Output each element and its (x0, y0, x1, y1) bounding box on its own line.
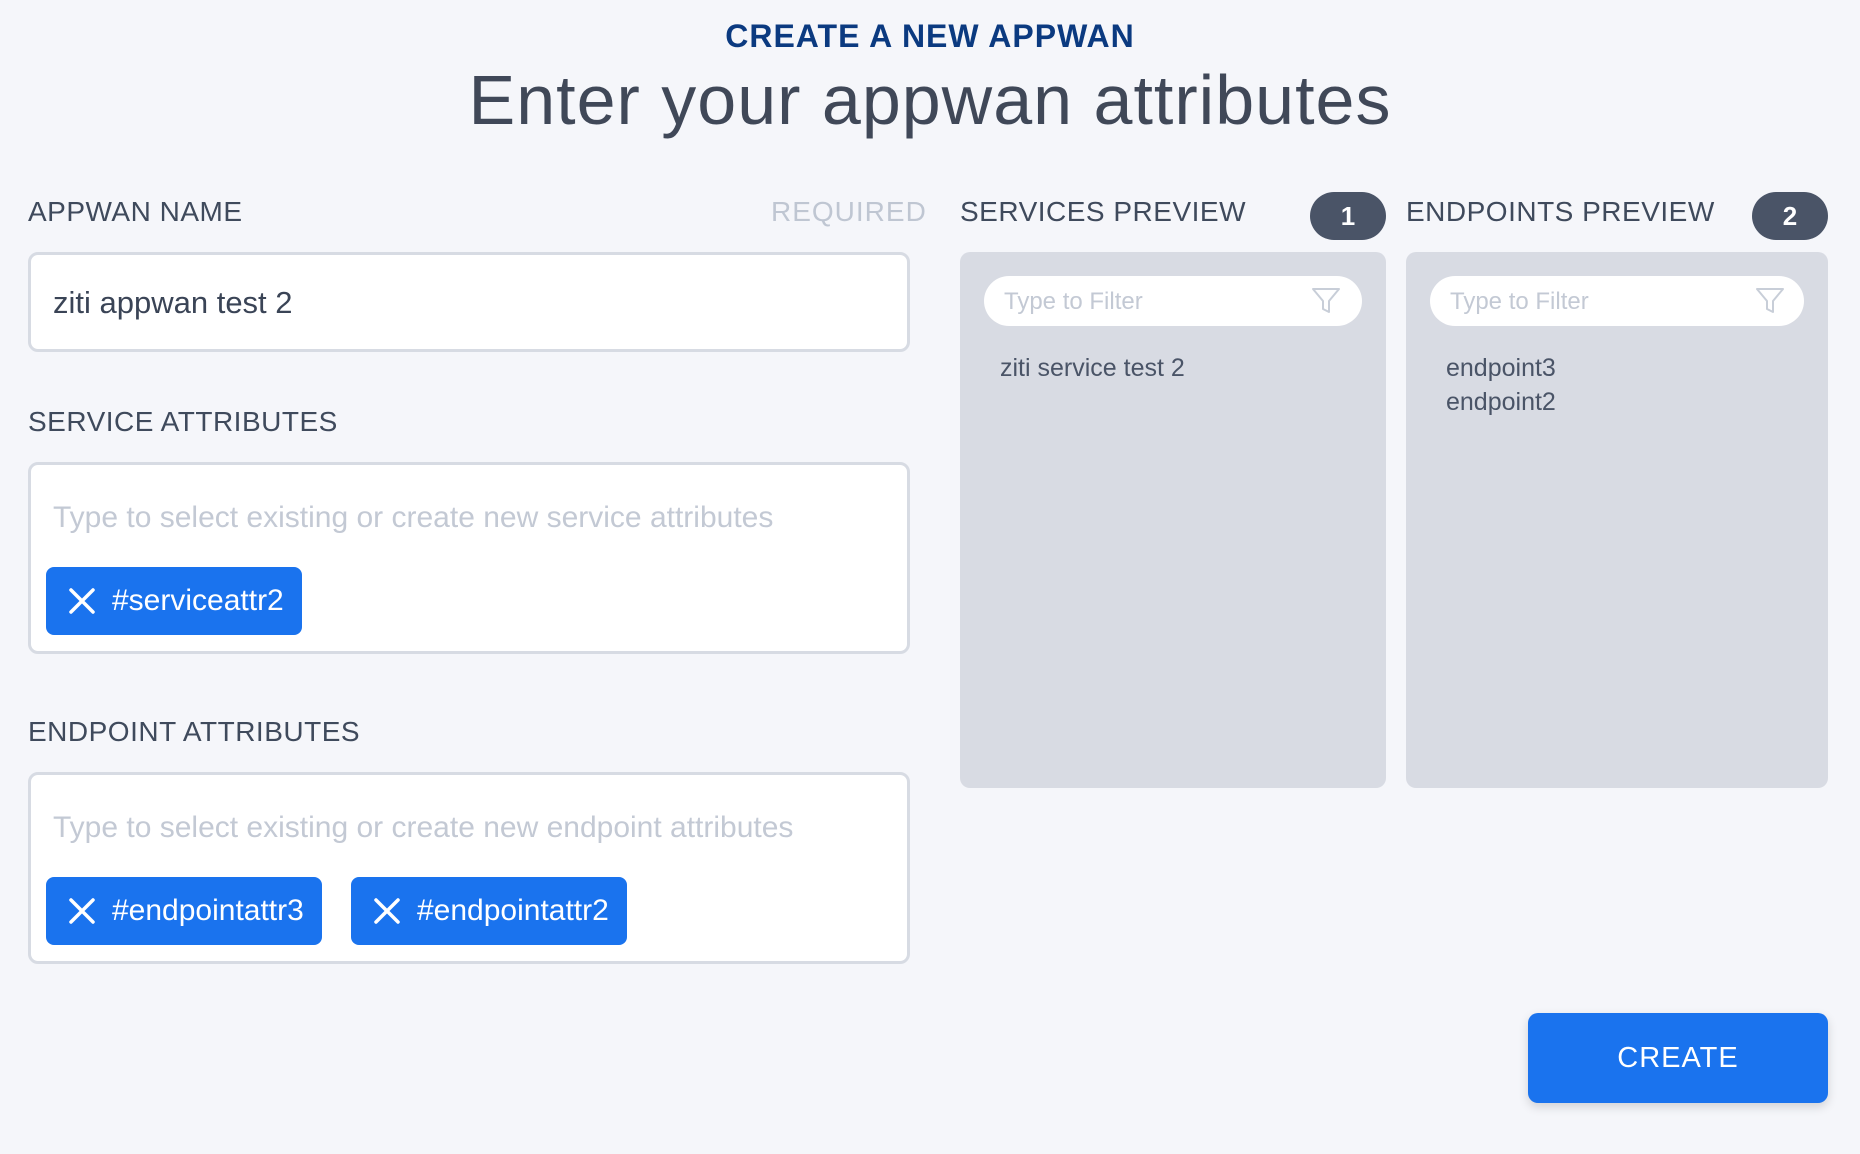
endpoint-attributes-label: ENDPOINT ATTRIBUTES (28, 716, 361, 747)
service-attributes-placeholder: Type to select existing or create new se… (53, 501, 774, 534)
filter-funnel-icon (1754, 285, 1786, 317)
create-button[interactable]: CREATE (1528, 1013, 1828, 1103)
appwan-name-value: ziti appwan test 2 (53, 285, 293, 320)
services-preview-panel: Type to Filter ziti service test 2 (960, 252, 1386, 788)
endpoints-filter-placeholder: Type to Filter (1450, 288, 1589, 315)
appwan-name-label: APPWAN NAME (28, 196, 243, 227)
services-filter-placeholder: Type to Filter (1004, 288, 1143, 315)
chip-label: #endpointattr2 (417, 894, 609, 927)
close-icon[interactable] (66, 895, 98, 927)
filter-funnel-icon (1310, 285, 1342, 317)
services-filter-input[interactable]: Type to Filter (984, 276, 1362, 326)
close-icon[interactable] (66, 585, 98, 617)
services-count-badge: 1 (1310, 192, 1386, 240)
endpoints-preview-panel: Type to Filter endpoint3 endpoint2 (1406, 252, 1828, 788)
endpoints-preview-item: endpoint2 (1446, 388, 1556, 416)
endpoint-attribute-chip[interactable]: #endpointattr3 (46, 877, 322, 945)
required-label: REQUIRED (771, 196, 927, 227)
endpoints-preview-item: endpoint3 (1446, 354, 1556, 382)
endpoint-attributes-placeholder: Type to select existing or create new en… (53, 811, 794, 844)
endpoints-preview-label: ENDPOINTS PREVIEW (1406, 196, 1715, 227)
services-preview-item: ziti service test 2 (1000, 354, 1185, 382)
endpoints-filter-input[interactable]: Type to Filter (1430, 276, 1804, 326)
service-attribute-chip[interactable]: #serviceattr2 (46, 567, 302, 635)
service-attributes-label: SERVICE ATTRIBUTES (28, 406, 338, 437)
endpoint-attributes-field[interactable]: Type to select existing or create new en… (28, 772, 910, 964)
endpoints-count-badge: 2 (1752, 192, 1828, 240)
service-attributes-field[interactable]: Type to select existing or create new se… (28, 462, 910, 654)
page-eyebrow: CREATE A NEW APPWAN (725, 18, 1135, 54)
create-appwan-page: CREATE A NEW APPWAN Enter your appwan at… (0, 0, 1860, 1154)
services-preview-label: SERVICES PREVIEW (960, 196, 1247, 227)
appwan-name-field[interactable]: ziti appwan test 2 (28, 252, 910, 352)
chip-label: #endpointattr3 (112, 894, 304, 927)
endpoint-attribute-chip[interactable]: #endpointattr2 (351, 877, 627, 945)
page-title: Enter your appwan attributes (468, 61, 1392, 139)
close-icon[interactable] (371, 895, 403, 927)
chip-label: #serviceattr2 (112, 584, 284, 617)
